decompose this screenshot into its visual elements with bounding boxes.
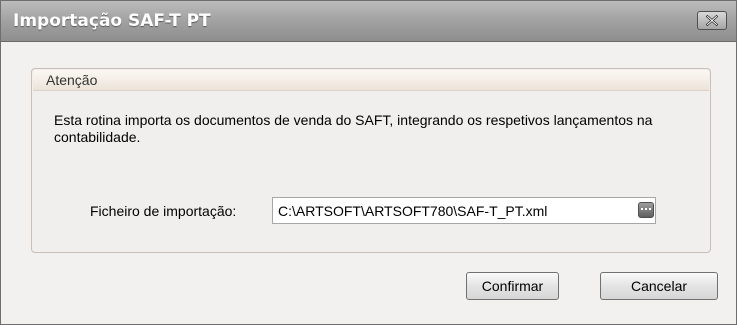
import-file-label: Ficheiro de importação: (90, 203, 237, 219)
attention-groupbox: Atenção Esta rotina importa os documento… (31, 68, 711, 253)
window-title: Importação SAF-T PT (13, 11, 211, 31)
import-file-value: C:\ARTSOFT\ARTSOFT780\SAF-T_PT.xml (278, 203, 548, 219)
groupbox-header: Atenção (33, 70, 709, 91)
import-dialog: Importação SAF-T PT Atenção Esta rotina … (0, 0, 737, 325)
groupbox-title: Atenção (46, 72, 98, 88)
browse-button[interactable] (638, 202, 654, 218)
import-file-field[interactable]: C:\ARTSOFT\ARTSOFT780\SAF-T_PT.xml (272, 197, 656, 224)
close-icon (706, 15, 718, 26)
description-text: Esta rotina importa os documentos de ven… (54, 112, 653, 145)
confirm-button[interactable]: Confirmar (466, 272, 559, 300)
title-bar[interactable]: Importação SAF-T PT (1, 1, 736, 42)
ellipsis-icon (641, 208, 651, 210)
close-button[interactable] (697, 11, 727, 30)
dialog-body: Atenção Esta rotina importa os documento… (1, 42, 736, 324)
cancel-button[interactable]: Cancelar (600, 272, 718, 300)
